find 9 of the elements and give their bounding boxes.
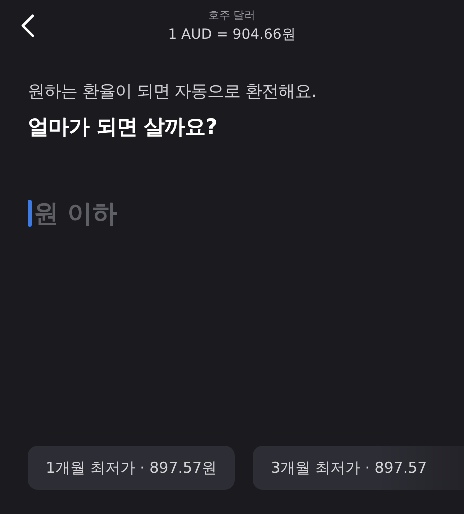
price-suggestion-chip[interactable]: 3개월 최저가 · 897.57 (253, 446, 464, 490)
price-suggestion-chip[interactable]: 1개월 최저가 · 897.57원 (28, 446, 236, 490)
back-icon (21, 14, 35, 38)
price-input-field[interactable]: 원 이하 (32, 199, 234, 228)
question-heading: 얼마가 되면 살까요? (28, 114, 218, 141)
currency-name: 호주 달러 (208, 8, 256, 23)
exchange-rate: 1 AUD = 904.66원 (168, 26, 296, 44)
text-cursor-icon (28, 200, 32, 227)
description-text: 원하는 환율이 되면 자동으로 환전해요. (28, 81, 318, 103)
